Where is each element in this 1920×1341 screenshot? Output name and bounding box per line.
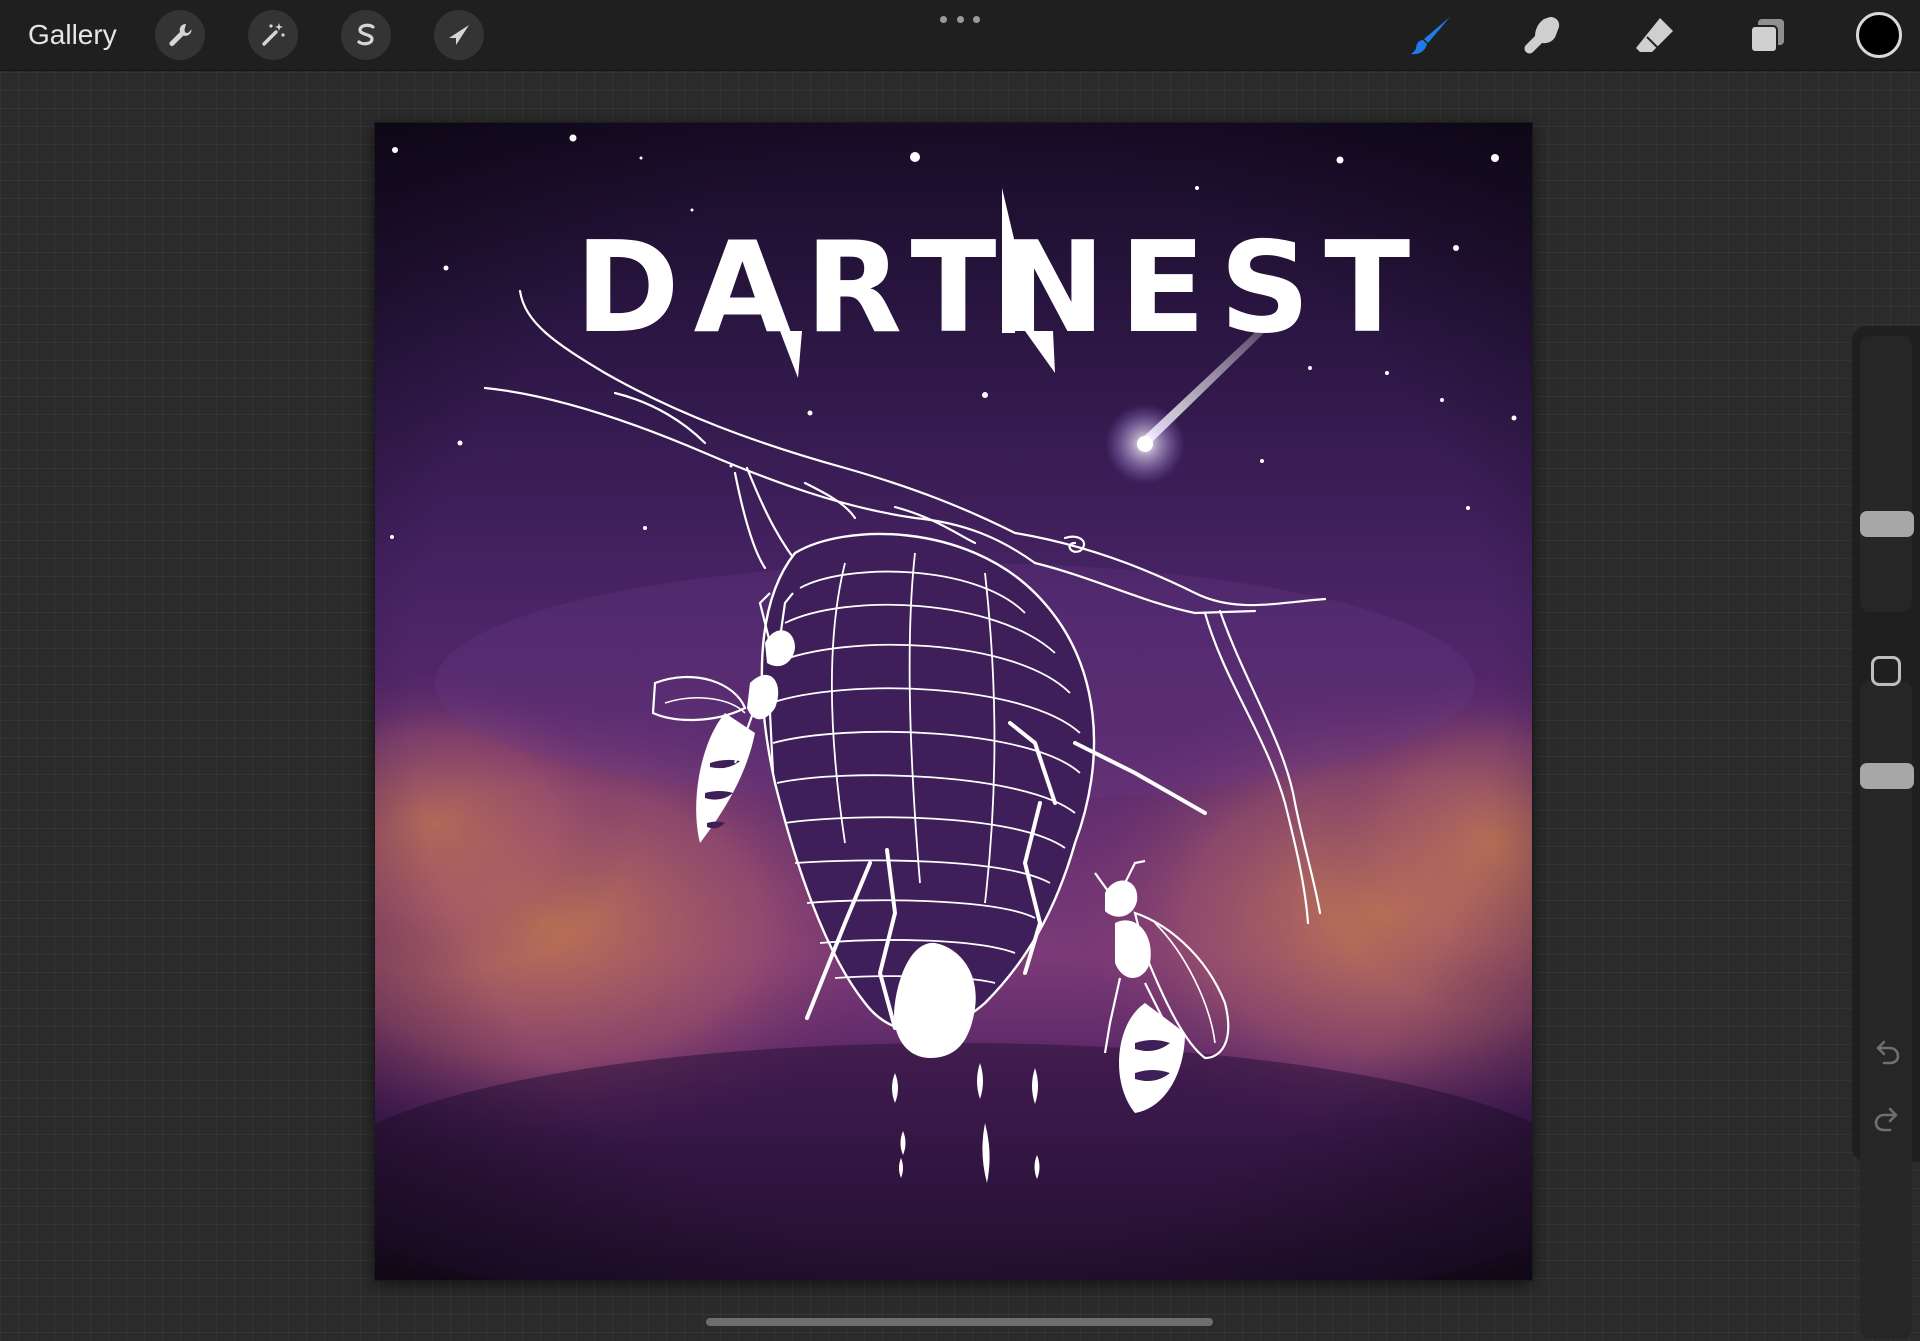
brush-tool-button[interactable] <box>1407 12 1455 60</box>
adjustments-button[interactable] <box>248 10 298 60</box>
actions-button[interactable] <box>155 10 205 60</box>
redo-arrow-icon[interactable] <box>1870 1104 1904 1138</box>
brush-size-thumb[interactable] <box>1860 511 1914 537</box>
home-indicator[interactable] <box>706 1318 1213 1326</box>
smudge-tool-button[interactable] <box>1519 12 1567 60</box>
eraser-tool-button[interactable] <box>1631 12 1679 60</box>
smudge-finger-icon <box>1524 17 1560 54</box>
ellipsis-icon[interactable] <box>940 14 980 26</box>
gallery-button[interactable]: Gallery <box>28 18 117 52</box>
top-toolbar: Gallery <box>0 0 1920 71</box>
title-word-nest: NEST <box>1000 214 1424 361</box>
opacity-thumb[interactable] <box>1860 762 1914 789</box>
selection-button[interactable] <box>341 10 391 60</box>
color-swatch-button[interactable] <box>1856 12 1902 58</box>
wrench-icon <box>169 23 192 46</box>
square-icon[interactable] <box>1871 656 1901 686</box>
artwork-title: DART NEST <box>575 188 1424 378</box>
brush-icon <box>1411 17 1450 55</box>
layers-icon <box>1750 19 1784 53</box>
transform-button[interactable] <box>434 10 484 60</box>
selection-s-icon <box>357 23 375 46</box>
undo-arrow-icon[interactable] <box>1870 1037 1904 1071</box>
arrow-cursor-icon <box>449 25 469 45</box>
brush-size-slider[interactable] <box>1860 336 1912 612</box>
magic-wand-icon <box>262 23 285 46</box>
artwork-canvas[interactable]: DART NEST <box>375 123 1532 1280</box>
eraser-icon <box>1636 18 1673 52</box>
layers-button[interactable] <box>1743 12 1791 60</box>
